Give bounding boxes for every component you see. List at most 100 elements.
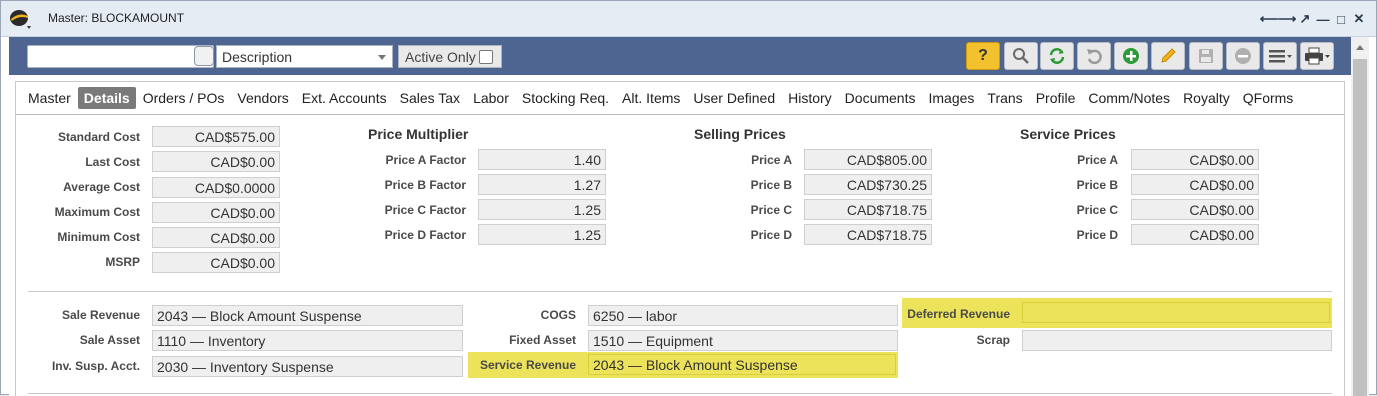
standard-cost-field[interactable]: CAD$575.00: [152, 126, 280, 147]
scrap-label: Scrap: [976, 333, 1010, 347]
service-price-a-field[interactable]: CAD$0.00: [1131, 149, 1259, 170]
maximum-cost-field[interactable]: CAD$0.00: [152, 202, 280, 223]
minimize-icon[interactable]: —: [1316, 10, 1330, 28]
msrp-label: MSRP: [105, 255, 140, 269]
details-panel: Standard Cost CAD$575.00 Last Cost CAD$0…: [15, 115, 1345, 396]
tab-qforms[interactable]: QForms: [1237, 87, 1300, 109]
last-cost-field[interactable]: CAD$0.00: [152, 151, 280, 172]
selling-price-c-field[interactable]: CAD$718.75: [804, 199, 932, 220]
help-button[interactable]: ?: [966, 42, 1000, 70]
edit-button[interactable]: [1151, 42, 1185, 70]
service-price-a-label: Price A: [1077, 153, 1118, 167]
selling-price-d-label: Price D: [750, 228, 792, 242]
print-button[interactable]: [1300, 42, 1334, 70]
selling-prices-title: Selling Prices: [694, 126, 786, 142]
selling-price-d-field[interactable]: CAD$718.75: [804, 224, 932, 245]
tab-vendors[interactable]: Vendors: [231, 87, 294, 109]
sale-revenue-field[interactable]: 2043 — Block Amount Suspense: [152, 305, 463, 326]
popout-icon[interactable]: ↗: [1298, 10, 1312, 28]
menu-icon: [1269, 50, 1292, 63]
tab-user-defined[interactable]: User Defined: [687, 87, 781, 109]
tab-trans[interactable]: Trans: [981, 87, 1028, 109]
selling-price-a-field[interactable]: CAD$805.00: [804, 149, 932, 170]
price-c-factor-label: Price C Factor: [384, 203, 466, 217]
tab-profile[interactable]: Profile: [1030, 87, 1082, 109]
refresh-icon: [1049, 48, 1065, 64]
service-revenue-field[interactable]: 2043 — Block Amount Suspense: [588, 354, 896, 375]
sale-asset-label: Sale Asset: [79, 333, 140, 347]
menu-button[interactable]: [1263, 42, 1297, 70]
close-icon[interactable]: ✕: [1352, 10, 1366, 28]
average-cost-label: Average Cost: [63, 180, 140, 194]
price-c-factor-field[interactable]: 1.25: [478, 199, 606, 220]
search-button[interactable]: [1004, 42, 1038, 70]
tab-labor[interactable]: Labor: [467, 87, 515, 109]
price-b-factor-field[interactable]: 1.27: [478, 174, 606, 195]
service-prices-title: Service Prices: [1020, 126, 1116, 142]
fixed-asset-field[interactable]: 1510 — Equipment: [588, 330, 898, 351]
tab-royalty[interactable]: Royalty: [1177, 87, 1236, 109]
add-icon: [1123, 48, 1139, 64]
scrollbar-thumb[interactable]: [1353, 59, 1367, 396]
forward-icon[interactable]: ⟶: [1278, 10, 1297, 28]
tab-orders-pos[interactable]: Orders / POs: [137, 87, 231, 109]
service-price-c-label: Price C: [1076, 203, 1118, 217]
delete-button[interactable]: [1226, 42, 1260, 70]
scrap-field[interactable]: [1022, 330, 1332, 351]
sale-revenue-label: Sale Revenue: [61, 308, 140, 322]
tab-documents[interactable]: Documents: [839, 87, 922, 109]
standard-cost-label: Standard Cost: [57, 130, 140, 144]
toolbar: Description Active Only ?: [9, 37, 1351, 75]
minimum-cost-field[interactable]: CAD$0.00: [152, 227, 280, 248]
description-select-value: Description: [222, 49, 293, 65]
search-icon: [1013, 48, 1029, 64]
search-input[interactable]: [27, 45, 214, 68]
refresh-button[interactable]: [1040, 42, 1074, 70]
average-cost-field[interactable]: CAD$0.0000: [152, 177, 280, 198]
back-icon[interactable]: ⟵: [1260, 10, 1279, 28]
vertical-scrollbar[interactable]: [1351, 37, 1369, 396]
tab-ext-accounts[interactable]: Ext. Accounts: [296, 87, 393, 109]
master-window: Master: BLOCKAMOUNT ⟵ ⟶ ↗ — □ ✕ Descript…: [0, 0, 1377, 396]
selling-price-b-field[interactable]: CAD$730.25: [804, 174, 932, 195]
price-d-factor-field[interactable]: 1.25: [478, 224, 606, 245]
save-button[interactable]: [1189, 42, 1223, 70]
edit-icon: [1161, 48, 1176, 63]
minimum-cost-label: Minimum Cost: [57, 230, 140, 244]
tab-details[interactable]: Details: [77, 87, 136, 109]
service-revenue-label: Service Revenue: [479, 358, 576, 372]
active-only-toggle[interactable]: Active Only: [398, 45, 502, 68]
bottom-divider: [28, 393, 1332, 394]
msrp-field[interactable]: CAD$0.00: [152, 252, 280, 273]
active-only-checkbox[interactable]: [479, 50, 493, 64]
print-icon: [1305, 47, 1330, 65]
chevron-down-icon: [378, 55, 386, 60]
tab-images[interactable]: Images: [922, 87, 980, 109]
service-price-d-field[interactable]: CAD$0.00: [1131, 224, 1259, 245]
tab-comm-notes[interactable]: Comm/Notes: [1082, 87, 1176, 109]
service-price-b-label: Price B: [1076, 178, 1118, 192]
tab-sales-tax[interactable]: Sales Tax: [394, 87, 466, 109]
tab-stocking-req[interactable]: Stocking Req.: [516, 87, 615, 109]
price-a-factor-field[interactable]: 1.40: [478, 149, 606, 170]
undo-button[interactable]: [1077, 42, 1111, 70]
inv-susp-acct-field[interactable]: 2030 — Inventory Suspense: [152, 356, 463, 377]
selling-price-c-label: Price C: [750, 203, 792, 217]
lookup-button[interactable]: [194, 46, 214, 66]
selling-price-a-label: Price A: [751, 153, 792, 167]
maximize-icon[interactable]: □: [1334, 10, 1348, 28]
app-logo-icon[interactable]: [9, 8, 31, 30]
cogs-field[interactable]: 6250 — labor: [588, 305, 898, 326]
service-price-c-field[interactable]: CAD$0.00: [1131, 199, 1259, 220]
tab-master[interactable]: Master: [22, 87, 77, 109]
description-select[interactable]: Description: [216, 45, 393, 68]
scroll-up-icon[interactable]: [1356, 45, 1364, 50]
sale-asset-field[interactable]: 1110 — Inventory: [152, 330, 463, 351]
help-label: ?: [978, 47, 988, 64]
tab-history[interactable]: History: [782, 87, 838, 109]
tab-alt-items[interactable]: Alt. Items: [616, 87, 686, 109]
deferred-revenue-highlight: Deferred Revenue: [902, 298, 1332, 328]
add-button[interactable]: [1114, 42, 1148, 70]
service-price-b-field[interactable]: CAD$0.00: [1131, 174, 1259, 195]
deferred-revenue-field[interactable]: [1022, 302, 1330, 323]
